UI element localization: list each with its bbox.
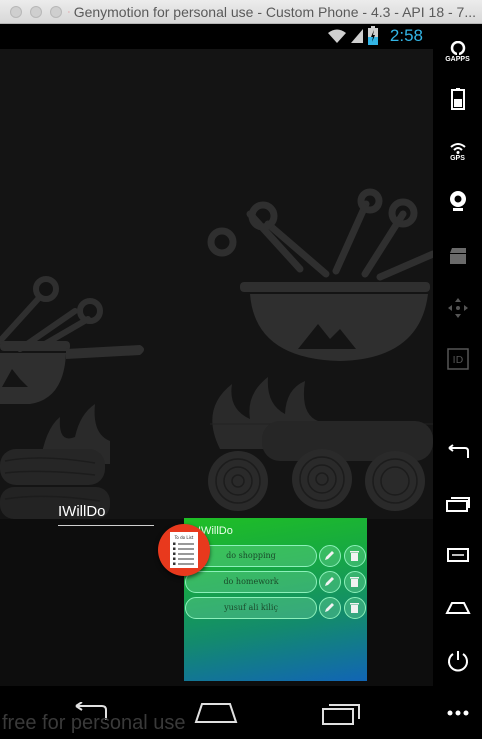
webcam-icon xyxy=(449,191,466,211)
window-titlebar: Genymotion for personal use - Custom Pho… xyxy=(0,0,482,24)
home-outline-icon xyxy=(444,602,471,614)
delete-task-button[interactable] xyxy=(344,571,366,593)
pencil-icon xyxy=(325,603,334,612)
icon-caption: To do List xyxy=(174,535,194,540)
trash-icon xyxy=(350,551,359,561)
home-button[interactable] xyxy=(433,588,482,628)
recent-apps-icon[interactable] xyxy=(321,700,363,726)
edit-task-button[interactable] xyxy=(319,571,341,593)
back-button[interactable] xyxy=(433,432,482,472)
trash-icon xyxy=(350,577,359,587)
edit-task-button[interactable] xyxy=(319,597,341,619)
gapps-icon xyxy=(450,41,465,55)
wifi-icon xyxy=(328,29,346,43)
power-icon xyxy=(447,651,468,672)
window-title-area: Genymotion for personal use - Custom Pho… xyxy=(68,3,476,21)
remote-control-button[interactable] xyxy=(433,288,482,328)
pencil-icon xyxy=(325,577,334,586)
delete-task-button[interactable] xyxy=(344,545,366,567)
battery-icon xyxy=(368,26,378,45)
pencil-icon xyxy=(325,551,334,560)
todo-app-icon[interactable]: To do List xyxy=(158,524,210,576)
cooking-pot-illustration xyxy=(0,188,433,519)
genymotion-logo-icon xyxy=(68,11,70,13)
watermark-text: free for personal use xyxy=(2,712,186,734)
power-button[interactable] xyxy=(433,641,482,681)
id-label: ID xyxy=(452,355,463,366)
status-clock: 2:58 xyxy=(389,26,423,45)
task-item[interactable]: yusuf ali kiliç xyxy=(185,597,317,619)
more-dots-icon xyxy=(447,710,468,716)
battery-button[interactable] xyxy=(433,79,482,119)
delete-task-button[interactable] xyxy=(344,597,366,619)
signal-icon xyxy=(351,29,363,43)
trash-icon xyxy=(350,603,359,613)
gapps-label: GAPPS xyxy=(445,56,470,63)
dpad-icon xyxy=(447,298,468,318)
zoom-window-button[interactable] xyxy=(50,6,62,18)
todo-list-icon: To do List xyxy=(170,532,198,568)
status-bar: 2:58 xyxy=(0,24,433,49)
recent-apps-button[interactable] xyxy=(433,484,482,524)
battery-widget-icon xyxy=(450,88,465,110)
widget-title[interactable]: IWillDo xyxy=(58,503,106,520)
minimize-window-button[interactable] xyxy=(30,6,42,18)
menu-button[interactable] xyxy=(433,535,482,575)
back-arrow-icon xyxy=(447,444,469,458)
edit-task-button[interactable] xyxy=(319,545,341,567)
close-window-button[interactable] xyxy=(10,6,22,18)
widget-title-underline xyxy=(58,525,154,526)
home-icon[interactable] xyxy=(194,702,238,724)
gps-label: GPS xyxy=(450,155,465,162)
gps-icon xyxy=(449,143,466,154)
emulator-toolbar: GAPPS GPS ID xyxy=(433,24,482,739)
wallpaper xyxy=(0,49,433,519)
recents-icon xyxy=(445,497,470,512)
window-title: Genymotion for personal use - Custom Pho… xyxy=(73,4,476,20)
android-screen: 2:58 IWillDo IWillDo do shopping do home… xyxy=(0,24,433,686)
device-id-button[interactable]: ID xyxy=(433,339,482,379)
id-icon: ID xyxy=(446,348,469,370)
camera-button[interactable] xyxy=(433,181,482,221)
clapperboard-icon xyxy=(449,248,466,264)
capture-button[interactable] xyxy=(433,236,482,276)
menu-icon xyxy=(446,548,469,562)
more-options-button[interactable] xyxy=(433,693,482,733)
todo-widget-panel[interactable]: IWillDo do shopping do homework yusuf al… xyxy=(184,518,367,681)
gapps-button[interactable]: GAPPS xyxy=(433,32,482,72)
gps-button[interactable]: GPS xyxy=(433,132,482,172)
